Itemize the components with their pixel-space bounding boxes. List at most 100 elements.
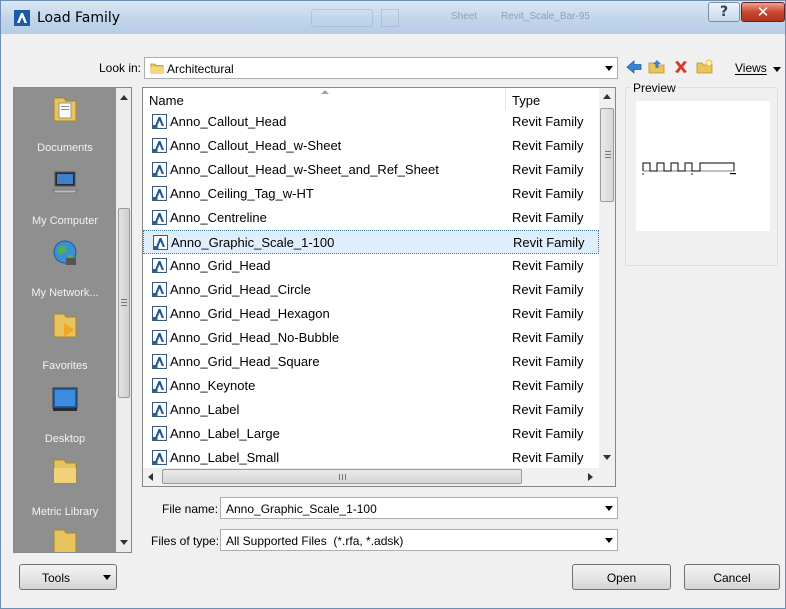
file-name: Anno_Centreline xyxy=(170,210,267,225)
ghost-title-2: Revit_Scale_Bar-95 xyxy=(501,11,590,22)
close-button[interactable]: ✕ xyxy=(741,2,785,22)
file-row[interactable]: Anno_Grid_Head_No-Bubble Revit Family xyxy=(143,326,599,350)
revit-family-icon xyxy=(152,426,167,441)
file-list-hscroll-thumb[interactable] xyxy=(162,469,522,484)
revit-family-icon xyxy=(153,235,168,250)
chevron-down-icon[interactable] xyxy=(605,66,613,71)
load-family-dialog: Load Family Sheet Revit_Scale_Bar-95 ? ✕… xyxy=(0,0,786,609)
file-row[interactable]: Anno_Centreline Revit Family xyxy=(143,206,599,230)
column-header-name[interactable]: Name xyxy=(143,88,506,110)
file-name: Anno_Graphic_Scale_1-100 xyxy=(171,235,335,250)
scroll-down-icon[interactable] xyxy=(603,455,611,460)
file-list-hscrollbar[interactable] xyxy=(143,468,599,486)
title-bar[interactable]: Load Family Sheet Revit_Scale_Bar-95 ? ✕ xyxy=(1,1,785,34)
tools-button[interactable]: Tools xyxy=(19,564,117,590)
file-list-vscroll-thumb[interactable] xyxy=(600,108,614,202)
file-row[interactable]: Anno_Grid_Head_Circle Revit Family xyxy=(143,278,599,302)
lookin-combobox[interactable]: Architectural xyxy=(144,57,618,79)
file-name: Anno_Label_Large xyxy=(170,426,280,441)
filetype-label: Files of type: xyxy=(151,534,220,548)
delete-icon[interactable] xyxy=(672,58,690,76)
file-name: Anno_Grid_Head_Hexagon xyxy=(170,306,330,321)
scroll-down-icon[interactable] xyxy=(120,540,128,545)
grip-line xyxy=(121,305,127,306)
grip-line xyxy=(605,154,611,155)
file-name: Anno_Keynote xyxy=(170,378,256,393)
open-button[interactable]: Open xyxy=(572,564,671,590)
places-scrollbar[interactable] xyxy=(116,88,131,552)
preview-label: Preview xyxy=(631,81,678,95)
place-label: My Computer xyxy=(31,215,99,227)
revit-family-icon xyxy=(152,450,167,465)
revit-family-icon xyxy=(152,306,167,321)
revit-family-icon xyxy=(152,138,167,153)
scroll-up-icon[interactable] xyxy=(603,94,611,99)
file-name: Anno_Grid_Head_No-Bubble xyxy=(170,330,340,345)
grip-line xyxy=(339,474,340,480)
place-label: Desktop xyxy=(44,433,86,445)
back-icon[interactable] xyxy=(625,58,643,76)
scroll-right-icon[interactable] xyxy=(588,473,593,481)
grip-line xyxy=(121,299,127,300)
file-type: Revit Family xyxy=(512,282,584,297)
scroll-up-icon[interactable] xyxy=(120,95,128,100)
file-name: Anno_Grid_Head_Circle xyxy=(170,282,311,297)
preview-image xyxy=(636,101,770,231)
file-row[interactable]: Anno_Graphic_Scale_1-100 Revit Family xyxy=(143,230,599,254)
file-row[interactable]: Anno_Label_Small Revit Family xyxy=(143,446,599,470)
file-row[interactable]: Anno_Label Revit Family xyxy=(143,398,599,422)
places-scroll-thumb[interactable] xyxy=(118,208,130,398)
scroll-left-icon[interactable] xyxy=(148,473,153,481)
file-name: Anno_Label xyxy=(170,402,240,417)
file-row[interactable]: Anno_Grid_Head_Square Revit Family xyxy=(143,350,599,374)
revit-family-icon xyxy=(152,114,167,129)
filename-field[interactable]: Anno_Graphic_Scale_1-100 xyxy=(220,497,618,519)
file-type: Revit Family xyxy=(512,162,584,177)
column-header-type[interactable]: Type xyxy=(506,88,598,110)
grip-line xyxy=(605,151,611,152)
file-row[interactable]: Anno_Ceiling_Tag_w-HT Revit Family xyxy=(143,182,599,206)
file-row[interactable]: Anno_Grid_Head_Hexagon Revit Family xyxy=(143,302,599,326)
views-chevron-down-icon[interactable] xyxy=(773,67,781,72)
computer-icon xyxy=(52,171,78,194)
place-label: Documents xyxy=(37,142,93,154)
new-folder-icon[interactable] xyxy=(696,58,714,76)
folder-icon xyxy=(53,529,77,552)
file-list: Name Type Anno_Callout_Head Revit Family A… xyxy=(142,87,616,487)
revit-family-icon xyxy=(152,258,167,273)
window-title: Load Family xyxy=(37,10,121,26)
help-button[interactable]: ? xyxy=(708,2,740,22)
file-row[interactable]: Anno_Label_Large Revit Family xyxy=(143,422,599,446)
file-name: Anno_Callout_Head_w-Sheet xyxy=(170,138,342,153)
revit-family-icon xyxy=(152,186,167,201)
file-name: Anno_Ceiling_Tag_w-HT xyxy=(170,186,314,201)
file-name: Anno_Callout_Head xyxy=(170,114,287,129)
file-row[interactable]: Anno_Grid_Head Revit Family xyxy=(143,254,599,278)
file-row[interactable]: Anno_Keynote Revit Family xyxy=(143,374,599,398)
revit-family-icon xyxy=(152,210,167,225)
file-row[interactable]: Anno_Callout_Head_w-Sheet_and_Ref_Sheet R… xyxy=(143,158,599,182)
chevron-down-icon[interactable] xyxy=(605,506,613,511)
column-header-label: Name xyxy=(149,93,184,108)
revit-family-icon xyxy=(152,402,167,417)
filetype-value: All Supported Files (*.rfa, *.adsk) xyxy=(226,534,404,548)
file-type: Revit Family xyxy=(512,330,584,345)
lookin-value: Architectural xyxy=(167,62,234,76)
filetype-select[interactable]: All Supported Files (*.rfa, *.adsk) xyxy=(220,529,618,551)
file-type: Revit Family xyxy=(512,450,584,465)
cancel-button[interactable]: Cancel xyxy=(684,564,780,590)
file-row[interactable]: Anno_Callout_Head_w-Sheet Revit Family xyxy=(143,134,599,158)
file-type: Revit Family xyxy=(512,186,584,201)
scroll-corner xyxy=(599,468,615,486)
file-type: Revit Family xyxy=(512,138,584,153)
up-folder-icon[interactable] xyxy=(648,58,666,76)
cancel-button-label: Cancel xyxy=(713,571,751,585)
sort-ascending-icon xyxy=(321,90,329,94)
file-list-vscrollbar[interactable] xyxy=(599,88,615,468)
file-type: Revit Family xyxy=(512,378,584,393)
views-menu-label[interactable]: Views xyxy=(735,61,767,75)
file-row[interactable]: Anno_Callout_Head Revit Family xyxy=(143,110,599,134)
chevron-down-icon[interactable] xyxy=(605,538,613,543)
lookin-label: Look in: xyxy=(98,61,141,75)
documents-icon xyxy=(53,97,77,122)
